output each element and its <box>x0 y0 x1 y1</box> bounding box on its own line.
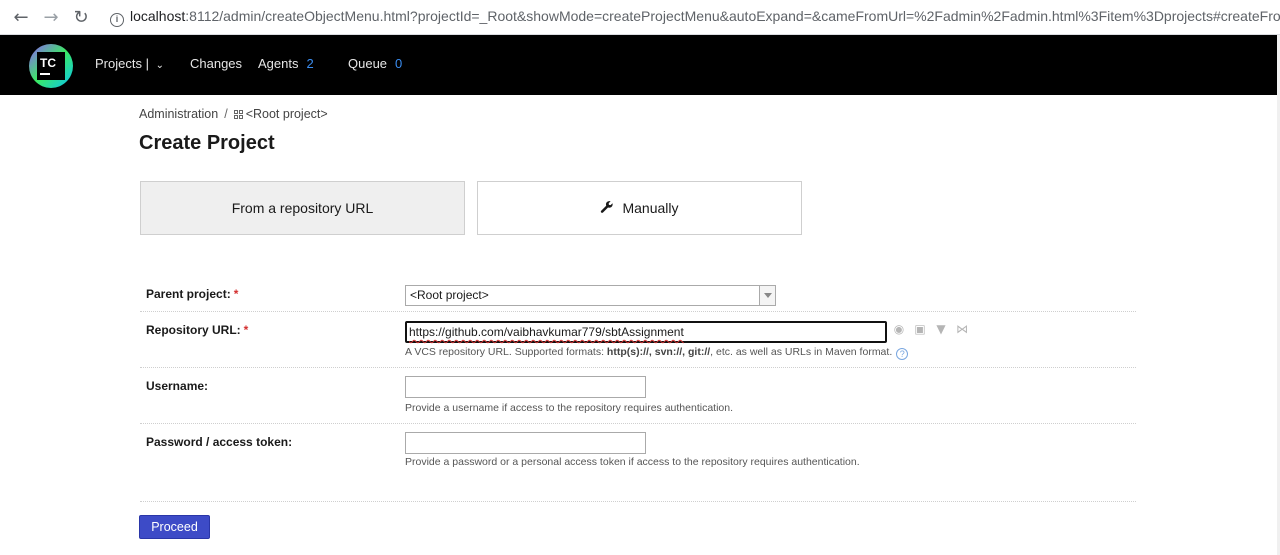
azure-devops-icon[interactable]: ⋈ <box>955 322 969 336</box>
projects-menu[interactable]: Projects | ⌄ <box>95 56 164 71</box>
required-marker: * <box>233 287 239 301</box>
agents-link[interactable]: Agents 2 <box>258 56 314 71</box>
github-icon[interactable]: ◉ <box>892 322 906 336</box>
required-marker: * <box>243 323 249 337</box>
url-host: localhost <box>130 8 186 24</box>
username-hint: Provide a username if access to the repo… <box>405 402 734 414</box>
form-row-password: Password / access token: Provide a passw… <box>140 424 1136 502</box>
tab-manually[interactable]: Manually <box>477 181 802 235</box>
form-row-repository-url: Repository URL: * https://github.com/vaib… <box>140 312 1136 368</box>
projects-label: Projects | <box>95 56 149 71</box>
breadcrumb-administration[interactable]: Administration <box>139 107 218 121</box>
repository-url-hint: A VCS repository URL. Supported formats:… <box>405 346 909 360</box>
parent-project-label: Parent project: * <box>146 287 239 301</box>
wrench-icon <box>600 200 614 217</box>
changes-link[interactable]: Changes <box>190 56 242 71</box>
vcs-hosting-icons: ◉ ▣ ▼ ⋈ <box>892 322 969 336</box>
password-label: Password / access token: <box>146 435 293 449</box>
tab-manually-label: Manually <box>622 200 679 216</box>
repository-url-label: Repository URL: * <box>146 323 249 337</box>
username-label: Username: <box>146 379 209 393</box>
forward-arrow-icon[interactable]: → <box>37 3 65 31</box>
proceed-button[interactable]: Proceed <box>139 515 210 539</box>
browser-toolbar: ← → ↻ i localhost:8112/admin/createObject… <box>0 0 1280 35</box>
project-grid-icon <box>233 109 243 119</box>
queue-count: 0 <box>395 56 403 71</box>
url-path: :8112/admin/createObjectMenu.html?projec… <box>185 8 1280 24</box>
chevron-down-icon: ⌄ <box>155 60 164 71</box>
teamcity-logo-icon[interactable]: TC <box>28 43 74 89</box>
app-header: TC Projects | ⌄ Changes Agents 2 Queue 0 <box>0 35 1280 95</box>
agents-count: 2 <box>306 56 314 71</box>
page-title: Create Project <box>139 132 275 154</box>
breadcrumb: Administration / <Root project> <box>139 107 328 121</box>
bitbucket-icon[interactable]: ▣ <box>913 322 927 336</box>
dropdown-arrow-icon[interactable] <box>759 286 775 305</box>
queue-link[interactable]: Queue 0 <box>348 56 402 71</box>
password-input[interactable] <box>405 432 646 454</box>
username-input[interactable] <box>405 376 646 398</box>
repository-url-input[interactable]: https://github.com/vaibhavkumar779/sbtAs… <box>405 321 887 343</box>
parent-project-value: <Root project> <box>410 288 489 302</box>
svg-text:TC: TC <box>40 56 56 70</box>
form-row-parent-project: Parent project: * <Root project> <box>140 276 1136 312</box>
site-info-icon[interactable]: i <box>110 13 124 27</box>
password-hint: Provide a password or a personal access … <box>405 456 860 468</box>
gitlab-icon[interactable]: ▼ <box>934 322 948 336</box>
help-icon[interactable]: ? <box>896 348 909 360</box>
tab-from-repository-url[interactable]: From a repository URL <box>140 181 465 235</box>
address-bar[interactable]: i localhost:8112/admin/createObjectMenu.h… <box>110 8 1280 27</box>
form-row-username: Username: Provide a username if access t… <box>140 368 1136 424</box>
queue-label: Queue <box>348 56 388 71</box>
agents-label: Agents <box>258 56 299 71</box>
reload-icon[interactable]: ↻ <box>67 3 95 31</box>
parent-project-select[interactable]: <Root project> <box>405 285 776 306</box>
breadcrumb-separator: / <box>224 107 228 121</box>
back-arrow-icon[interactable]: ← <box>7 3 35 31</box>
breadcrumb-root-project[interactable]: <Root project> <box>246 107 328 121</box>
